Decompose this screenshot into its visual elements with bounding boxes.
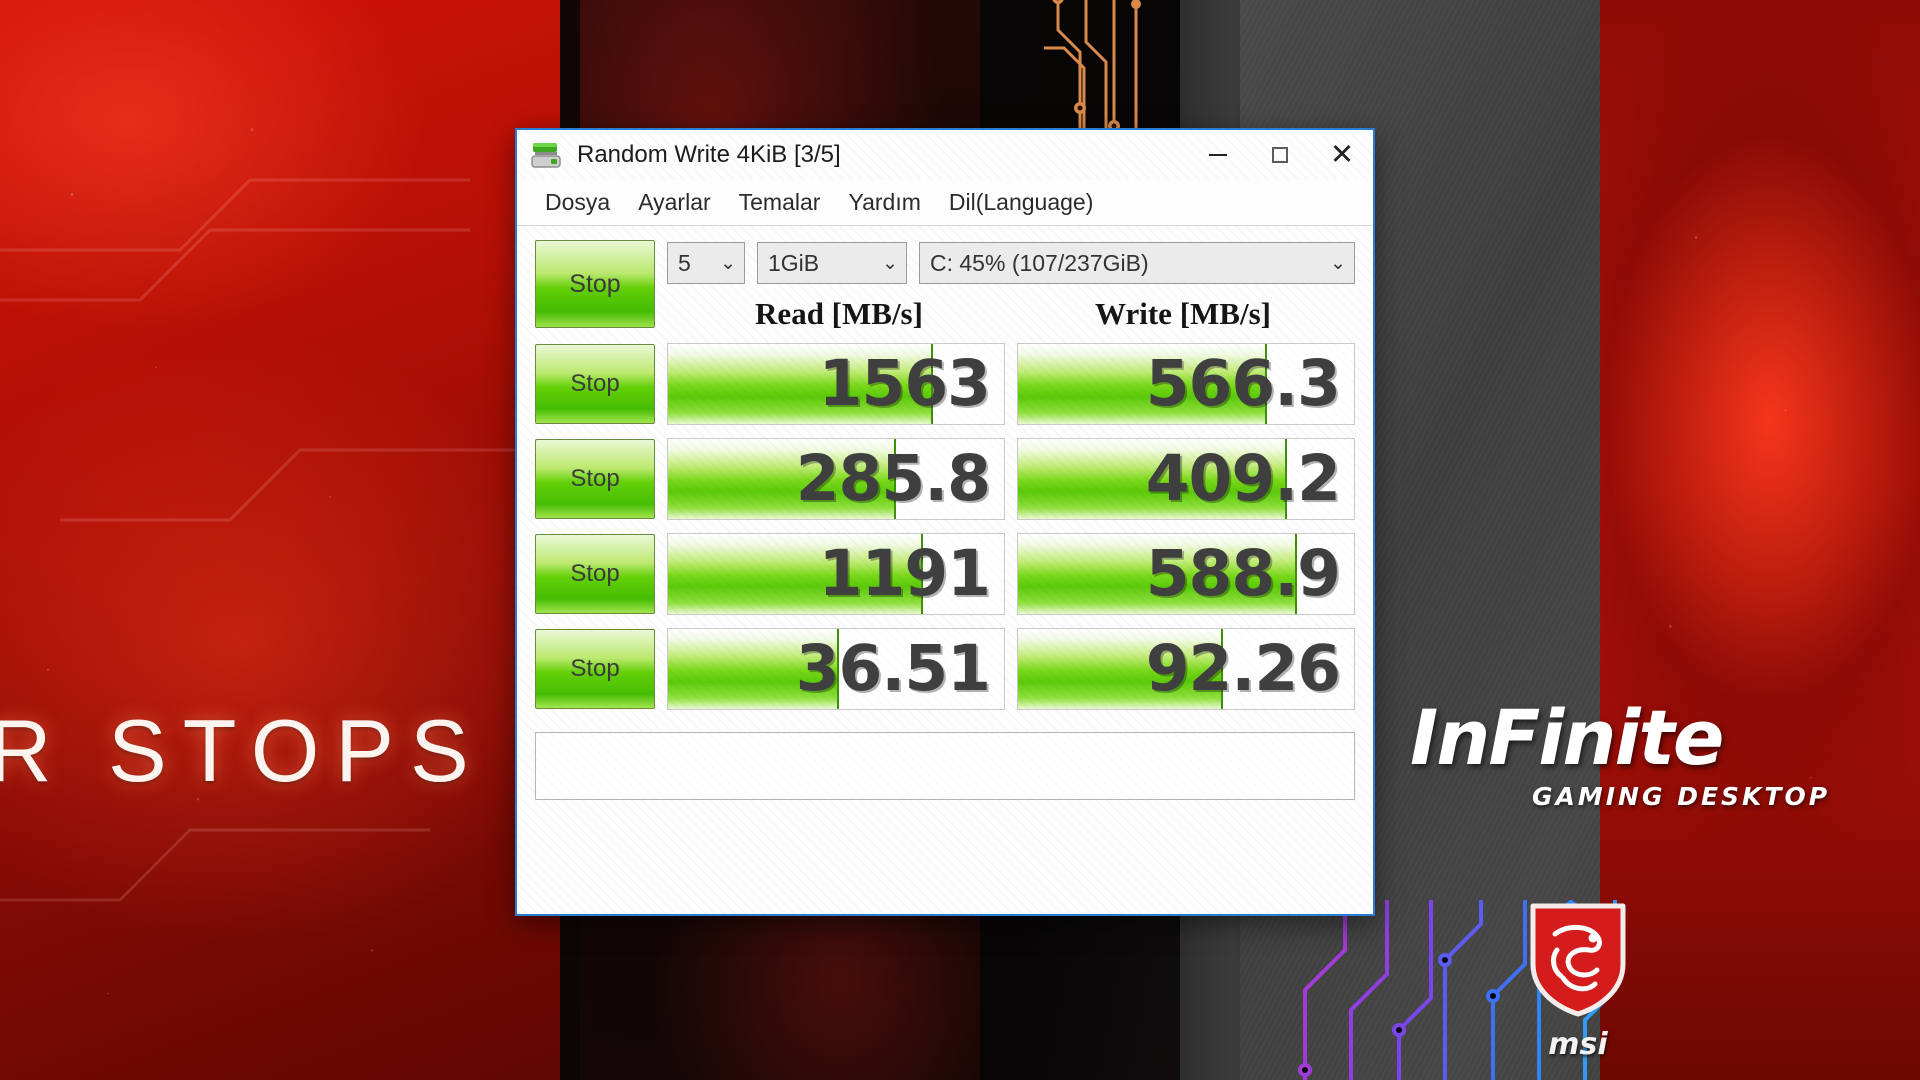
maximize-icon — [1272, 147, 1288, 163]
brand-subtitle: GAMING DESKTOP — [1532, 782, 1831, 811]
read-score-value-2: 285.8 — [795, 442, 991, 515]
wallpaper-headline: R STOPS — [0, 701, 485, 800]
write-score-4: 92.26 — [1017, 627, 1355, 710]
toolbar-controls: 5 ⌄ 1GiB ⌄ C: 45% (107/237GiB) ⌄ Read [M… — [667, 240, 1355, 336]
title-bar[interactable]: Random Write 4KiB [3/5] ✕ — [517, 130, 1373, 180]
read-score-value-3: 1191 — [818, 537, 991, 610]
toolbar: Stop 5 ⌄ 1GiB ⌄ C: 45% (107/237GiB) ⌄ Re… — [535, 240, 1355, 336]
window-title: Random Write 4KiB [3/5] — [577, 141, 841, 168]
maximize-button[interactable] — [1249, 130, 1311, 180]
minimize-button[interactable] — [1187, 130, 1249, 180]
read-score-value-4: 36.51 — [795, 632, 991, 705]
desktop-wallpaper: R STOPS InFinite GAMING DESKTOP msi Rand… — [0, 0, 1920, 1080]
menu-item-dosya[interactable]: Dosya — [531, 185, 624, 220]
window-body: Stop 5 ⌄ 1GiB ⌄ C: 45% (107/237GiB) ⌄ Re… — [517, 226, 1373, 914]
wallpaper-light-streaks — [0, 178, 520, 902]
write-column-header: Write [MB/s] — [1095, 296, 1271, 331]
write-score-value-2: 409.2 — [1145, 442, 1341, 515]
crystaldiskmark-window: Random Write 4KiB [3/5] ✕ Dosya Ayarlar … — [515, 128, 1375, 916]
test-size-select[interactable]: 1GiB ⌄ — [757, 242, 907, 284]
disk-drive-icon — [529, 138, 563, 172]
run-count-select[interactable]: 5 ⌄ — [667, 242, 745, 284]
menu-item-temalar[interactable]: Temalar — [725, 185, 835, 220]
table-row: Stop 285.8 409.2 — [535, 431, 1355, 526]
menu-item-yardim[interactable]: Yardım — [834, 185, 934, 220]
target-drive-select[interactable]: C: 45% (107/237GiB) ⌄ — [919, 242, 1355, 284]
chevron-down-icon: ⌄ — [882, 252, 898, 274]
row-stop-button-2[interactable]: Stop — [535, 438, 655, 519]
all-stop-button[interactable]: Stop — [535, 240, 655, 328]
read-score-4: 36.51 — [667, 627, 1005, 710]
read-score-3: 1191 — [667, 532, 1005, 615]
write-score-1: 566.3 — [1017, 342, 1355, 425]
target-drive-value: C: 45% (107/237GiB) — [930, 249, 1149, 276]
write-score-value-4: 92.26 — [1145, 632, 1341, 705]
menu-item-ayarlar[interactable]: Ayarlar — [624, 185, 724, 220]
window-controls: ✕ — [1187, 130, 1373, 180]
read-score-2: 285.8 — [667, 437, 1005, 520]
read-score-value-1: 1563 — [818, 347, 991, 420]
vendor-name: msi — [1548, 1027, 1608, 1062]
vendor-logo-block: msi — [1498, 900, 1658, 1062]
table-row: Stop 1563 566.3 — [535, 336, 1355, 431]
minimize-icon — [1209, 154, 1227, 156]
wallpaper-brand: InFinite GAMING DESKTOP — [1410, 693, 1920, 812]
row-stop-button-4[interactable]: Stop — [535, 628, 655, 709]
close-icon: ✕ — [1329, 138, 1355, 171]
column-headers: Read [MB/s] Write [MB/s] — [667, 292, 1355, 336]
close-button[interactable]: ✕ — [1311, 130, 1373, 180]
chevron-down-icon: ⌄ — [1330, 252, 1346, 274]
selects-row: 5 ⌄ 1GiB ⌄ C: 45% (107/237GiB) ⌄ — [667, 240, 1355, 286]
run-count-value: 5 — [678, 249, 691, 276]
row-stop-button-1[interactable]: Stop — [535, 343, 655, 424]
write-score-2: 409.2 — [1017, 437, 1355, 520]
row-stop-button-3[interactable]: Stop — [535, 533, 655, 614]
table-row: Stop 1191 588.9 — [535, 526, 1355, 621]
msi-dragon-shield-icon — [1530, 903, 1626, 1017]
brand-title: InFinite — [1410, 693, 1724, 782]
circuit-trace-icon — [1044, 0, 1141, 140]
chevron-down-icon: ⌄ — [720, 252, 736, 274]
write-score-3: 588.9 — [1017, 532, 1355, 615]
write-score-value-1: 566.3 — [1145, 347, 1341, 420]
menu-item-dil[interactable]: Dil(Language) — [935, 185, 1107, 220]
test-size-value: 1GiB — [768, 249, 820, 276]
menu-bar: Dosya Ayarlar Temalar Yardım Dil(Languag… — [517, 180, 1373, 226]
write-score-value-3: 588.9 — [1145, 537, 1341, 610]
read-score-1: 1563 — [667, 342, 1005, 425]
comment-input[interactable] — [535, 732, 1355, 800]
read-column-header: Read [MB/s] — [755, 296, 923, 331]
table-row: Stop 36.51 92.26 — [535, 621, 1355, 716]
